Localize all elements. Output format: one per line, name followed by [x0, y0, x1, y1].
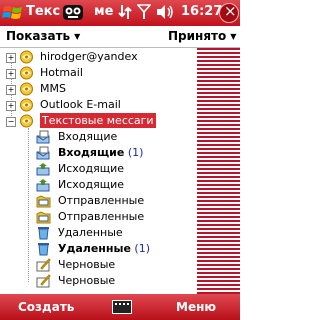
tree-item-label: Удаленные (1) — [58, 242, 151, 255]
outbox-icon — [36, 178, 51, 192]
tree-item[interactable]: Удаленные — [0, 225, 197, 241]
close-icon[interactable] — [219, 2, 239, 23]
create-button[interactable]: Создать — [18, 300, 74, 314]
sort-dropdown[interactable]: Принято ▼ — [168, 29, 236, 43]
tree-item-label: Входящие (1) — [58, 146, 144, 159]
chevron-down-icon: ▼ — [74, 32, 81, 41]
show-dropdown[interactable]: Показать ▼ — [6, 29, 80, 43]
tree-item[interactable]: Исходящие — [0, 177, 197, 193]
account-icon — [19, 98, 34, 112]
window-title-tail: ме — [94, 4, 114, 19]
tree-item[interactable]: Исходящие — [0, 161, 197, 177]
keyboard-icon[interactable] — [112, 300, 132, 314]
tree-item-label: Исходящие — [58, 162, 125, 175]
tree-item-label: MMS — [40, 82, 66, 95]
tree-item-label: Черновые — [58, 274, 116, 287]
clock[interactable]: 16:27 — [181, 4, 222, 19]
tree-item[interactable]: + Hotmail — [0, 65, 197, 81]
tree-item-label: hirodger@yandex — [40, 50, 138, 63]
mascot-icon — [63, 5, 83, 20]
tree-item-label: Отправленные — [58, 194, 145, 207]
tree-item-label: Удаленные — [58, 226, 123, 239]
signal-icon[interactable] — [137, 4, 151, 20]
collapse-icon[interactable]: − — [6, 117, 16, 127]
chevron-down-icon: ▼ — [230, 32, 237, 41]
show-dropdown-label: Показать — [6, 29, 71, 43]
drafts-icon — [36, 258, 51, 272]
menu-button[interactable]: Меню — [176, 300, 216, 314]
tree-item[interactable]: + MMS — [0, 81, 197, 97]
expand-icon[interactable]: + — [6, 53, 16, 63]
unread-count: (1) — [134, 242, 151, 255]
transfer-icon[interactable] — [118, 4, 132, 20]
tree-item-label: Отправленные — [58, 210, 145, 223]
tree-item[interactable]: Черновые — [0, 257, 197, 273]
tree-item-label: Hotmail — [40, 66, 83, 79]
volume-icon[interactable] — [156, 4, 174, 20]
deleted-icon — [36, 226, 51, 240]
unread-count: (1) — [127, 146, 144, 159]
inbox-icon — [36, 146, 51, 160]
start-icon[interactable] — [2, 3, 24, 23]
tree-item[interactable]: + Outlook E-mail — [0, 97, 197, 113]
account-icon — [19, 114, 34, 128]
tree-item-label: Черновые — [58, 258, 116, 271]
sent-icon — [36, 210, 51, 224]
tree-item-label: Исходящие — [58, 178, 125, 191]
sent-icon — [36, 194, 51, 208]
title-bar: Текс ме 16:27 — [0, 0, 240, 26]
tree-item[interactable]: Отправленные — [0, 193, 197, 209]
expand-icon[interactable]: + — [6, 101, 16, 111]
tree-item[interactable]: Отправленные — [0, 209, 197, 225]
tree-item[interactable]: Входящие (1) — [0, 145, 197, 161]
account-icon — [19, 82, 34, 96]
soft-key-bar: Создать Меню — [0, 294, 240, 320]
tree-item-label: Входящие — [58, 130, 118, 143]
tree-item[interactable]: − Текстовые мессаги — [0, 113, 197, 129]
expand-icon[interactable]: + — [6, 69, 16, 79]
drafts-icon — [36, 274, 51, 288]
tree-item[interactable]: + hirodger@yandex — [0, 49, 197, 65]
tree-item-label: Текстовые мессаги — [40, 113, 156, 128]
menu-header: Показать ▼ Принято ▼ — [0, 26, 240, 48]
tree-item[interactable]: Удаленные (1) — [0, 241, 197, 257]
outbox-icon — [36, 162, 51, 176]
account-icon — [19, 66, 34, 80]
tree-item[interactable]: Входящие — [0, 129, 197, 145]
inbox-icon — [36, 130, 51, 144]
expand-icon[interactable]: + — [6, 85, 16, 95]
folder-tree: + hirodger@yandex + Hotmail + MMS + Outlook E-m… — [0, 48, 197, 294]
decorative-background — [197, 48, 240, 294]
account-icon — [19, 50, 34, 64]
deleted-icon — [36, 242, 51, 256]
tree-item-label: Outlook E-mail — [40, 98, 121, 111]
sort-dropdown-label: Принято — [168, 29, 227, 43]
tree-item[interactable]: Черновые — [0, 273, 197, 289]
